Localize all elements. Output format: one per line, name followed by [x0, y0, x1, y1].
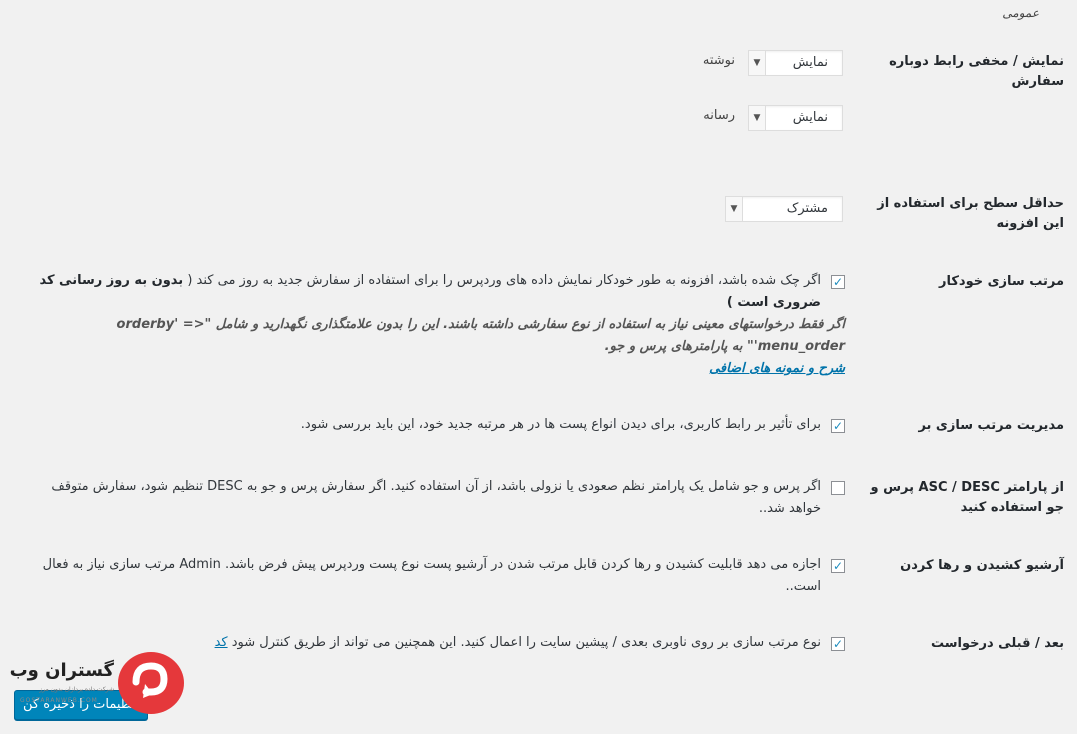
next-prev-checkbox[interactable]: ✓: [831, 637, 845, 651]
row-label: مدیریت مرتب سازی بر: [918, 418, 1064, 433]
autosort-italic-note: اگر فقط درخواستهای معینی نیاز به استفاده…: [116, 317, 845, 354]
next-prev-description: نوع مرتب سازی بر روی ناوبری بعدی / پیشین…: [231, 635, 821, 650]
row-link-toggle: نمایش / مخفی رابط دوباره سفارش نمایش ▼ ن…: [0, 50, 1077, 150]
admin-sort-field: ✓ برای تأثیر بر رابط کاربری، برای دیدن ا…: [18, 414, 845, 436]
archive-drag-field: ✓ اجازه می دهد قابلیت کشیدن و رها کردن ق…: [18, 554, 845, 598]
autosort-more-link[interactable]: شرح و نمونه های اضافی: [709, 361, 845, 376]
autosort-checkbox[interactable]: ✓: [831, 275, 845, 289]
row-label: بعد / قبلی درخواست: [930, 636, 1064, 651]
media-visibility-select[interactable]: نمایش ▼: [748, 105, 843, 131]
logo-mark-icon: [118, 652, 184, 714]
autosort-field: ✓ اگر چک شده باشد، افزونه به طور خودکار …: [18, 270, 845, 380]
settings-page: عمومی نمایش / مخفی رابط دوباره سفارش نما…: [0, 0, 1077, 734]
min-level-select[interactable]: مشترک ▼: [725, 196, 843, 222]
asc-desc-field: اگر پرس و جو شامل یک پارامتر نظم صعودی ی…: [18, 476, 845, 520]
row-label: حداقل سطح برای استفاده از این افزونه: [877, 196, 1064, 231]
archive-drag-checkbox[interactable]: ✓: [831, 559, 845, 573]
asc-desc-checkbox[interactable]: [831, 481, 845, 495]
logo-name: گستران وب: [9, 660, 114, 681]
chevron-down-icon: ▼: [726, 197, 743, 221]
chevron-down-icon: ▼: [749, 51, 766, 75]
section-title: عمومی: [1002, 6, 1039, 20]
asc-desc-description: اگر پرس و جو شامل یک پارامتر نظم صعودی ی…: [51, 479, 821, 516]
autosort-description: اگر چک شده باشد، افزونه به طور خودکار نم…: [187, 273, 821, 288]
admin-sort-checkbox[interactable]: ✓: [831, 419, 845, 433]
archive-drag-description: اجازه می دهد قابلیت کشیدن و رها کردن قاب…: [42, 557, 821, 594]
post-caption: نوشته: [702, 53, 735, 68]
post-visibility-select[interactable]: نمایش ▼: [748, 50, 843, 76]
next-prev-code-link[interactable]: کد: [215, 635, 228, 650]
row-autosort: مرتب سازی خودکار ✓ اگر چک شده باشد، افزو…: [0, 270, 1077, 380]
logo-url: GOSTARANWEB.COM: [20, 697, 98, 704]
row-label: مرتب سازی خودکار: [938, 274, 1064, 289]
row-min-level: حداقل سطح برای استفاده از این افزونه مشت…: [0, 194, 1077, 234]
admin-sort-description: برای تأثیر بر رابط کاربری، برای دیدن انو…: [300, 417, 821, 432]
gostaranweb-logo: گستران وب شرکت داده پردازان بدون مرز GOS…: [10, 650, 188, 716]
row-label: آرشیو کشیدن و رها کردن: [900, 558, 1064, 573]
row-asc-desc: از پارامتر ASC / DESC پرس و جو استفاده ک…: [0, 476, 1077, 526]
row-label: نمایش / مخفی رابط دوباره سفارش: [889, 54, 1064, 89]
media-caption: رسانه: [703, 108, 735, 123]
logo-tagline: شرکت داده پردازان بدون مرز: [39, 686, 114, 693]
row-admin-sort: مدیریت مرتب سازی بر ✓ برای تأثیر بر رابط…: [0, 414, 1077, 444]
row-label: از پارامتر ASC / DESC پرس و جو استفاده ک…: [870, 480, 1064, 515]
chevron-down-icon: ▼: [749, 106, 766, 130]
row-archive-drag: آرشیو کشیدن و رها کردن ✓ اجازه می دهد قا…: [0, 554, 1077, 604]
